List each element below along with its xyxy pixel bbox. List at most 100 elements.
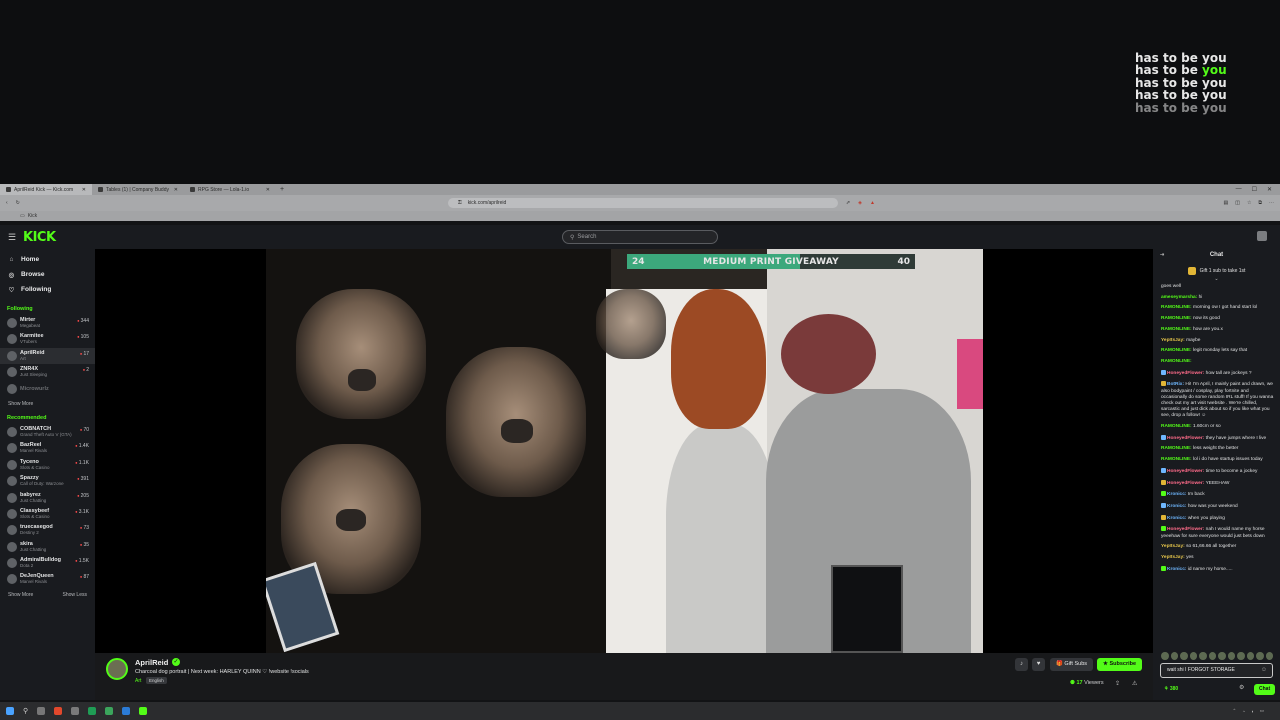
reload-icon[interactable]: ↻: [16, 200, 20, 206]
app-icon[interactable]: [105, 707, 114, 715]
network-icon[interactable]: ◔: [1242, 709, 1245, 714]
chat-input[interactable]: wait shi I FORGOT STORAGE ☺: [1160, 663, 1273, 678]
kick-taskbar-icon[interactable]: [139, 707, 148, 715]
chevron-up-icon[interactable]: ⌃: [1233, 708, 1237, 714]
follow-heart-icon[interactable]: ♥: [1032, 658, 1045, 671]
chat-username[interactable]: HoneyedFlower:: [1167, 436, 1204, 441]
channel-item[interactable]: BazReelMarvel Rivals1.4K: [0, 440, 95, 456]
video-player[interactable]: 24 MEDIUM PRINT GIVEAWAY 40: [95, 249, 1153, 653]
bookmark-kick[interactable]: Kick: [28, 213, 37, 219]
emoji-picker-icon[interactable]: ☺: [1261, 664, 1267, 677]
menu-icon[interactable]: ⋯: [1269, 200, 1274, 206]
channel-item[interactable]: SpazzyCall of Duty: Warzone391: [0, 473, 95, 489]
site-info-icon[interactable]: ⚿: [458, 200, 462, 206]
report-icon[interactable]: ⚠: [1132, 680, 1137, 687]
gear-icon[interactable]: ⚙: [1239, 684, 1244, 691]
brave-icon[interactable]: [54, 707, 63, 715]
emote-icon[interactable]: [1170, 652, 1178, 660]
channel-item[interactable]: ClassybeefSlots & Casino3.1K: [0, 506, 95, 522]
start-icon[interactable]: [6, 707, 14, 715]
chat-username[interactable]: RAMONLINE:: [1161, 359, 1192, 364]
new-tab-icon[interactable]: +: [280, 186, 284, 193]
volume-icon[interactable]: ◖: [1251, 709, 1254, 714]
show-less-label[interactable]: Show Less: [63, 588, 87, 602]
chat-username[interactable]: RAMONLINE:: [1161, 424, 1192, 429]
emote-icon[interactable]: [1180, 652, 1188, 660]
chat-username[interactable]: RAMONLINE:: [1161, 305, 1192, 310]
nav-home[interactable]: ⌂ Home: [0, 252, 95, 267]
close-icon[interactable]: ✕: [174, 187, 178, 193]
gift-subs-button[interactable]: 🎁 Gift Subs: [1050, 658, 1094, 671]
chat-username[interactable]: HoneyedFlower:: [1167, 527, 1204, 532]
app-icon[interactable]: [71, 707, 80, 715]
nav-following[interactable]: ♡ Following: [0, 282, 95, 297]
search-icon[interactable]: ⚲: [23, 707, 28, 715]
chat-username[interactable]: Kronicc:: [1167, 504, 1186, 509]
chat-username[interactable]: YepItsJay:: [1161, 338, 1185, 343]
emote-icon[interactable]: [1218, 652, 1226, 660]
channel-item[interactable]: truecasegodDestiny 273: [0, 522, 95, 538]
task-view-icon[interactable]: [37, 707, 46, 715]
battery-icon[interactable]: ▭: [1260, 708, 1264, 714]
channel-item-selected[interactable]: AprilReidArt17: [0, 347, 95, 365]
close-window-icon[interactable]: ✕: [1267, 186, 1272, 193]
user-avatar[interactable]: [1257, 231, 1267, 241]
channel-item[interactable]: ZNR4XJust Sleeping2: [0, 364, 95, 380]
extension-icon[interactable]: ◈: [858, 200, 862, 206]
chat-username[interactable]: BotRix:: [1167, 382, 1184, 387]
search-input[interactable]: ⚲ Search: [562, 230, 718, 244]
emote-icon[interactable]: [1161, 652, 1169, 660]
minimize-icon[interactable]: —: [1236, 186, 1242, 193]
warning-icon[interactable]: ▲: [870, 200, 875, 206]
chat-username[interactable]: YepItsJay:: [1161, 544, 1185, 549]
channel-item-offline[interactable]: Microwurlz: [0, 381, 95, 397]
favorites-icon[interactable]: ☆: [1247, 200, 1251, 206]
streamer-name[interactable]: AprilReid: [135, 658, 168, 667]
expand-chevron-icon[interactable]: ⌄: [1153, 276, 1280, 284]
streamer-avatar[interactable]: [106, 658, 128, 680]
chat-username[interactable]: Kronicc:: [1167, 492, 1186, 497]
hamburger-menu-icon[interactable]: ☰: [8, 232, 16, 243]
nav-browse[interactable]: ◎ Browse: [0, 267, 95, 282]
chat-username[interactable]: Kronicc:: [1167, 516, 1186, 521]
xbox-icon[interactable]: [88, 707, 97, 715]
emote-icon[interactable]: [1246, 652, 1254, 660]
chat-username[interactable]: HoneyedFlower:: [1167, 469, 1204, 474]
send-chat-button[interactable]: Chat: [1254, 684, 1276, 695]
emote-icon[interactable]: [1265, 652, 1273, 660]
back-icon[interactable]: ‹: [6, 200, 8, 206]
emote-icon[interactable]: [1237, 652, 1245, 660]
chat-username[interactable]: HoneyedFlower:: [1167, 481, 1204, 486]
channel-item[interactable]: TycenoSlots & Casino1.1K: [0, 457, 95, 473]
collapse-chat-icon[interactable]: ⇥: [1160, 249, 1164, 262]
app-icon[interactable]: [122, 707, 131, 715]
emote-icon[interactable]: [1208, 652, 1216, 660]
browser-tab-3[interactable]: RPG Store — Lola-1.io ✕: [184, 184, 276, 195]
channel-item[interactable]: COBNATCHGrand Theft Auto V (GTA)70: [0, 424, 95, 440]
emote-icon[interactable]: [1256, 652, 1264, 660]
channel-item[interactable]: KarmiteeVTubers105: [0, 331, 95, 347]
emote-icon[interactable]: [1227, 652, 1235, 660]
browser-tab-kick[interactable]: AprilReid Kick — Kick.com ✕: [0, 184, 92, 195]
url-field[interactable]: ⚿ kick.com/aprilreid: [447, 198, 838, 208]
browser-tab-2[interactable]: Tables (1) | Company Buddy ✕: [92, 184, 184, 195]
share-icon[interactable]: ⇗: [846, 200, 850, 206]
show-more-label[interactable]: Show More: [8, 588, 33, 602]
gift-leaderboard-banner[interactable]: Gift 1 sub to take 1st: [1163, 265, 1270, 276]
close-icon[interactable]: ✕: [266, 187, 270, 193]
show-more-following[interactable]: Show More: [0, 397, 95, 411]
channel-item[interactable]: DeJenQueenMarvel Rivals87: [0, 571, 95, 587]
split-icon[interactable]: ◫: [1235, 200, 1240, 206]
chat-username[interactable]: RAMONLINE:: [1161, 348, 1192, 353]
reader-icon[interactable]: ▤: [1223, 200, 1228, 206]
chat-username[interactable]: ameseymarsha:: [1161, 295, 1197, 300]
chat-username[interactable]: HoneyedFlower:: [1167, 371, 1204, 376]
maximize-icon[interactable]: ☐: [1252, 186, 1257, 193]
chat-username[interactable]: RAMONLINE:: [1161, 446, 1192, 451]
stream-video[interactable]: 24 MEDIUM PRINT GIVEAWAY 40: [266, 249, 983, 653]
emote-icon[interactable]: [1199, 652, 1207, 660]
chat-username[interactable]: RAMONLINE:: [1161, 316, 1192, 321]
close-icon[interactable]: ✕: [82, 187, 86, 193]
share-icon[interactable]: ⇪: [1115, 680, 1120, 687]
subscribe-button[interactable]: ★ Subscribe: [1097, 658, 1143, 671]
